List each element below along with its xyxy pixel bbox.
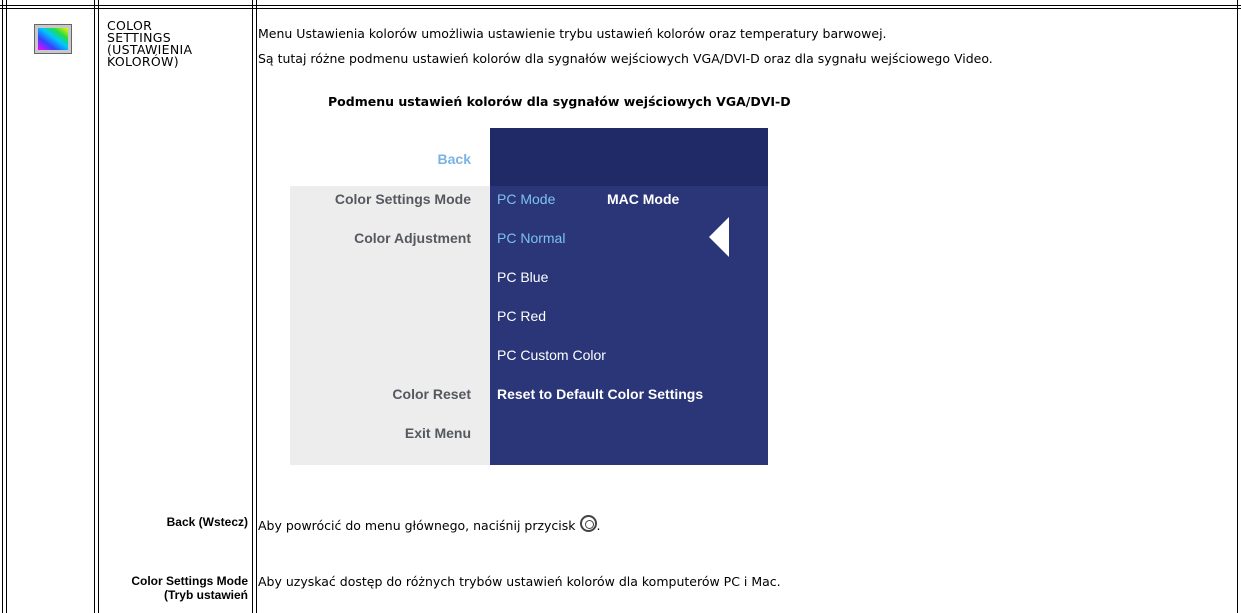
section-title-line: KOLORÓW) [107,54,179,69]
color-settings-icon [34,24,72,54]
table-border-right [1237,0,1238,613]
table-border-left [2,0,3,613]
row-desc-back: Aby powrócić do menu głównego, naciśnij … [258,515,601,533]
osd-option-pc-red: PC Red [497,308,547,324]
section-title: COLOR SETTINGS (USTAWIENIA KOLORÓW) [107,19,252,69]
intro-text-line-1: Menu Ustawienia kolorów umożliwia ustawi… [258,26,887,41]
selection-arrow-icon [709,217,729,257]
intro-text-line-2: Są tutaj różne podmenu ustawień kolorów … [258,51,993,66]
row-desc-back-suffix: . [596,518,601,533]
column-divider-1b [98,0,99,613]
osd-item-color-reset: Color Reset [392,386,471,402]
osd-option-pc-mode: PC Mode [497,191,556,207]
osd-option-mac-mode: MAC Mode [607,191,680,207]
row-desc-color-settings-mode: Aby uzyskać dostęp do różnych trybów ust… [258,574,781,589]
osd-item-back: Back [437,151,471,167]
osd-option-pc-normal: PC Normal [497,230,566,246]
table-border-left-inner [6,0,7,613]
row-desc-back-text: Aby powrócić do menu głównego, naciśnij … [258,518,576,533]
osd-item-color-settings-mode: Color Settings Mode [334,191,471,207]
row-label-line: (Tryb ustawień [163,588,248,602]
row-label-color-settings-mode: Color Settings Mode (Tryb ustawień [131,574,248,602]
column-divider-2b [256,0,257,613]
osd-option-pc-blue: PC Blue [497,269,549,285]
column-divider-2 [252,0,253,613]
submenu-heading: Podmenu ustawień kolorów dla sygnałów we… [328,94,791,109]
table-top-border [0,5,1241,6]
column-divider-1 [94,0,95,613]
osd-right-top-panel [490,128,768,186]
osd-menu-image: Back Color Settings Mode Color Adjustmen… [290,128,768,465]
osd-item-color-adjustment: Color Adjustment [354,230,471,246]
row-label-back: Back (Wstecz) [166,515,248,529]
menu-button-icon [579,515,597,532]
osd-option-reset-default: Reset to Default Color Settings [497,386,704,402]
osd-option-pc-custom-color: PC Custom Color [497,347,606,363]
table-top-border-inner [0,8,1241,9]
row-label-line: Color Settings Mode [131,574,248,588]
osd-item-exit-menu: Exit Menu [404,425,471,441]
